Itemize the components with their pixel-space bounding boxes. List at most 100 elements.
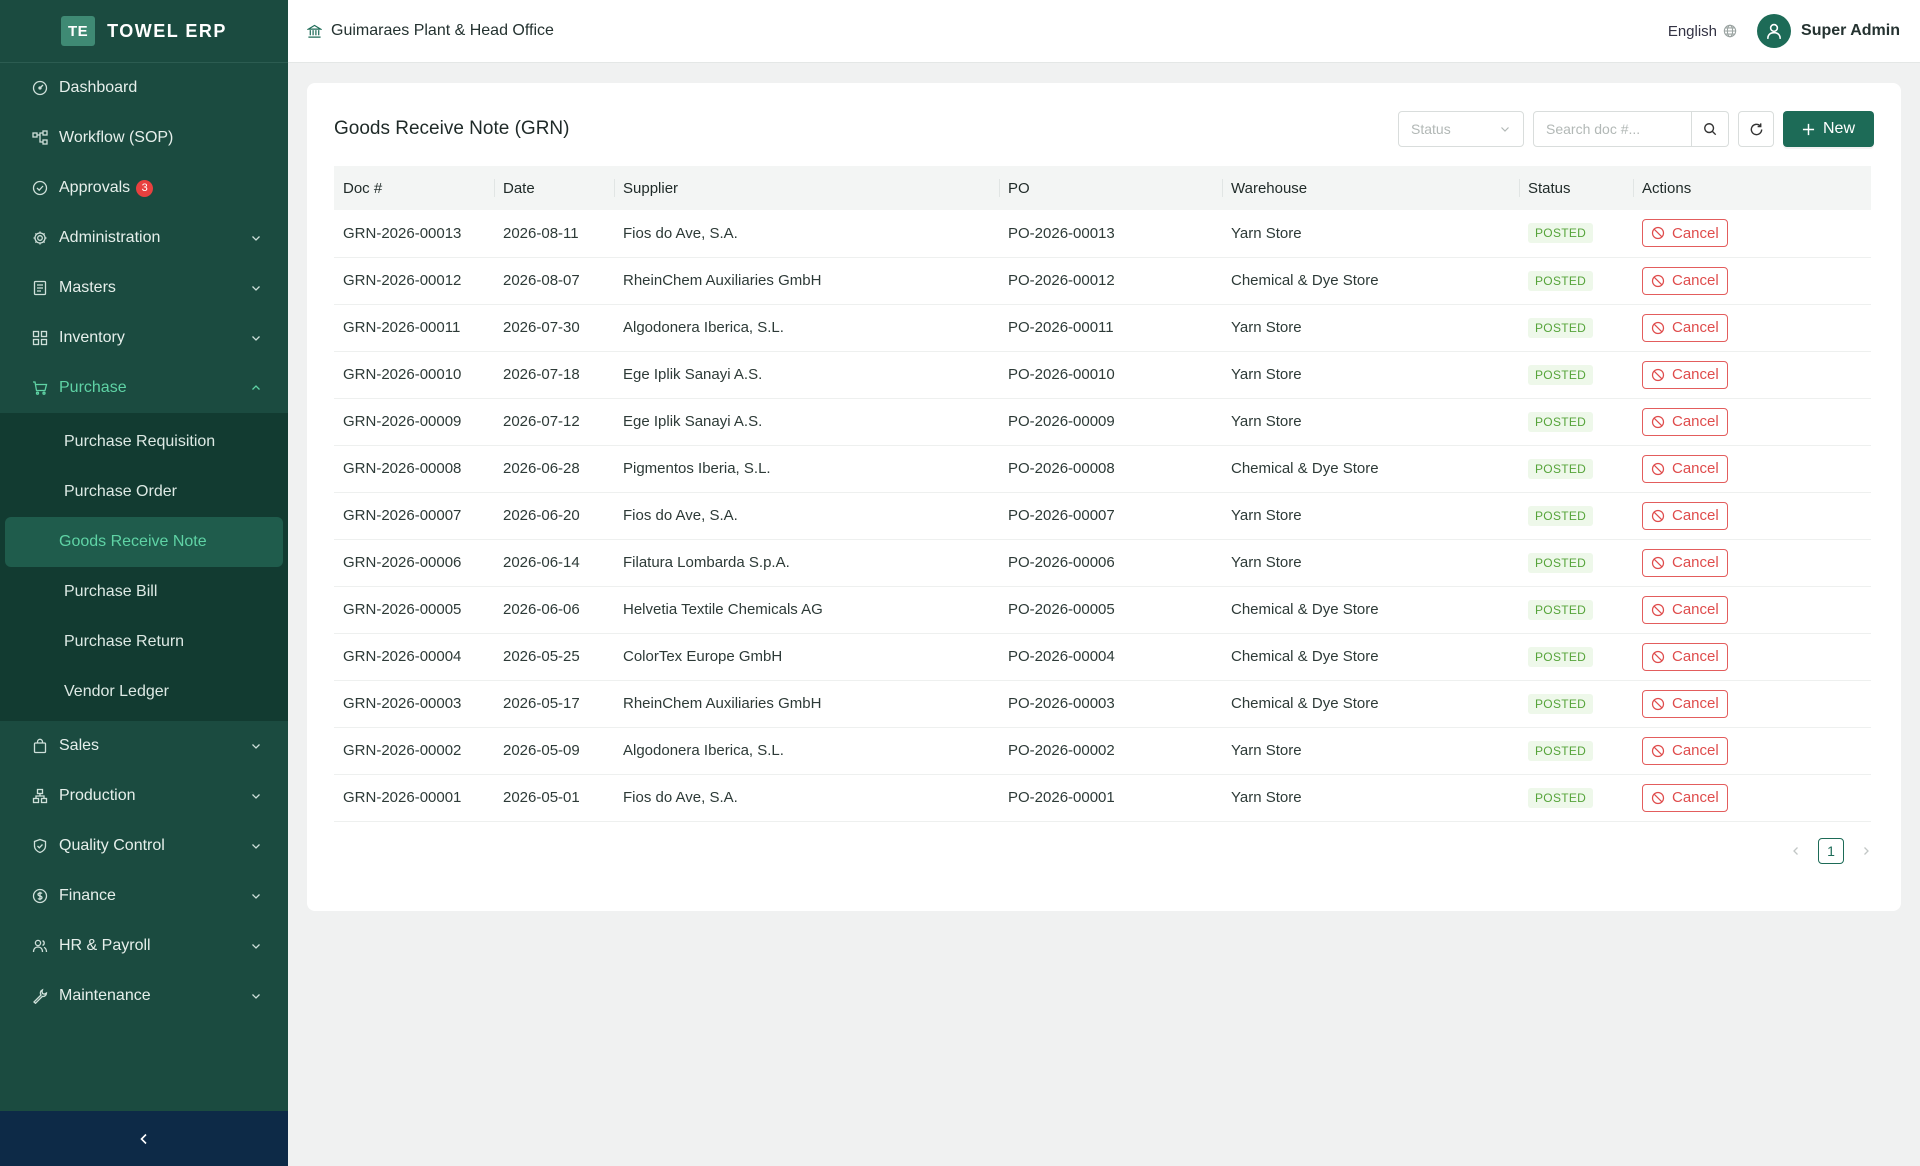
chevron-down-icon xyxy=(252,894,260,899)
cancel-button[interactable]: Cancel xyxy=(1642,595,1728,624)
cell-supplier: Ege Iplik Sanayi A.S. xyxy=(623,413,763,430)
column-header-status[interactable]: Status xyxy=(1519,166,1633,210)
cell-status: POSTED xyxy=(1519,210,1633,257)
search-button[interactable] xyxy=(1692,111,1729,147)
table-row[interactable]: GRN-2026-00011 2026-07-30 Algodonera Iberi… xyxy=(334,304,1871,351)
gear-icon xyxy=(32,230,48,246)
cancel-button[interactable]: Cancel xyxy=(1642,454,1728,483)
table-row[interactable]: GRN-2026-00012 2026-08-07 RheinChem Auxili… xyxy=(334,257,1871,304)
cell-po: PO-2026-00009 xyxy=(1008,413,1115,430)
search-icon xyxy=(1704,123,1717,136)
cell-date: 2026-05-01 xyxy=(503,789,580,806)
status-badge: POSTED xyxy=(1528,505,1594,526)
cell-status: POSTED xyxy=(1519,398,1633,445)
sidebar-item-dashboard[interactable]: Dashboard xyxy=(0,63,288,113)
column-header-supplier[interactable]: Supplier xyxy=(614,166,999,210)
sidebar-subitem-purchase-requisition[interactable]: Purchase Requisition xyxy=(5,417,283,467)
new-button[interactable]: New xyxy=(1783,111,1874,147)
sidebar-item-finance[interactable]: Finance xyxy=(0,871,288,921)
sidebar-subitem-vendor-ledger[interactable]: Vendor Ledger xyxy=(5,667,283,717)
stop-icon xyxy=(1651,697,1665,710)
sidebar-item-quality-control[interactable]: Quality Control xyxy=(0,821,288,871)
user-name[interactable]: Super Admin xyxy=(1801,22,1900,40)
cell-warehouse: Chemical & Dye Store xyxy=(1231,460,1379,477)
sidebar-subitem-purchase-bill[interactable]: Purchase Bill xyxy=(5,567,283,617)
team-icon xyxy=(32,938,48,954)
stop-icon xyxy=(1651,556,1665,569)
table-row[interactable]: GRN-2026-00006 2026-06-14 Filatura Lombard… xyxy=(334,539,1871,586)
cancel-button[interactable]: Cancel xyxy=(1642,642,1728,671)
sidebar-item-administration[interactable]: Administration xyxy=(0,213,288,263)
cell-supplier: Fios do Ave, S.A. xyxy=(623,789,738,806)
cell-supplier: Ege Iplik Sanayi A.S. xyxy=(623,366,763,383)
cart-icon xyxy=(32,380,48,396)
pagination-prev-button[interactable] xyxy=(1788,843,1804,859)
sidebar-item-inventory[interactable]: Inventory xyxy=(0,313,288,363)
chevron-right-icon xyxy=(1864,847,1869,855)
brand[interactable]: TE TOWEL ERP xyxy=(0,0,288,63)
table-row[interactable]: GRN-2026-00009 2026-07-12 Ege Iplik Sanayi… xyxy=(334,398,1871,445)
sidebar-item-sales[interactable]: Sales xyxy=(0,721,288,771)
sidebar-item-label: Dashboard xyxy=(59,79,138,96)
cell-date: 2026-07-18 xyxy=(503,366,580,383)
sidebar-item-maintenance[interactable]: Maintenance xyxy=(0,971,288,1021)
column-header-po[interactable]: PO xyxy=(999,166,1222,210)
cell-warehouse: Yarn Store xyxy=(1231,366,1302,383)
shield-check-icon xyxy=(32,838,48,854)
cancel-button[interactable]: Cancel xyxy=(1642,360,1728,389)
cell-doc: GRN-2026-00005 xyxy=(343,601,462,618)
sidebar-item-workflow[interactable]: Workflow (SOP) xyxy=(0,113,288,163)
cell-actions: Cancel xyxy=(1633,586,1871,633)
table-row[interactable]: GRN-2026-00007 2026-06-20 Fios do Ave, S.A… xyxy=(334,492,1871,539)
sidebar-subitem-purchase-order[interactable]: Purchase Order xyxy=(5,467,283,517)
cell-doc: GRN-2026-00004 xyxy=(343,648,462,665)
language-selector[interactable]: English xyxy=(1668,23,1737,40)
cell-actions: Cancel xyxy=(1633,351,1871,398)
table-row[interactable]: GRN-2026-00003 2026-05-17 RheinChem Auxili… xyxy=(334,680,1871,727)
table-row[interactable]: GRN-2026-00010 2026-07-18 Ege Iplik Sanayi… xyxy=(334,351,1871,398)
sidebar-collapse-button[interactable] xyxy=(0,1111,288,1166)
cell-po: PO-2026-00013 xyxy=(1008,224,1115,242)
sidebar-item-masters[interactable]: Masters xyxy=(0,263,288,313)
sidebar-item-label: Workflow (SOP) xyxy=(59,129,174,146)
new-button-label: New xyxy=(1822,120,1855,137)
pagination-page-current[interactable]: 1 xyxy=(1818,838,1844,864)
table-row[interactable]: GRN-2026-00001 2026-05-01 Fios do Ave, S.A… xyxy=(334,774,1871,821)
table-row[interactable]: GRN-2026-00013 2026-08-11 Fios do Ave, S.A… xyxy=(334,210,1871,257)
cancel-button[interactable]: Cancel xyxy=(1642,266,1728,295)
pagination-next-button[interactable] xyxy=(1858,843,1874,859)
sidebar-item-production[interactable]: Production xyxy=(0,771,288,821)
cell-status: POSTED xyxy=(1519,539,1633,586)
sidebar-item-label: Maintenance xyxy=(59,987,151,1004)
cancel-button[interactable]: Cancel xyxy=(1642,783,1728,812)
table-row[interactable]: GRN-2026-00005 2026-06-06 Helvetia Textile… xyxy=(334,586,1871,633)
status-filter-select[interactable]: Status xyxy=(1398,111,1524,147)
cancel-button[interactable]: Cancel xyxy=(1642,407,1728,436)
cancel-button[interactable]: Cancel xyxy=(1642,313,1728,342)
column-header-warehouse[interactable]: Warehouse xyxy=(1222,166,1519,210)
sidebar-item-purchase[interactable]: Purchase xyxy=(0,363,288,413)
sidebar-item-hr-payroll[interactable]: HR & Payroll xyxy=(0,921,288,971)
column-header-doc[interactable]: Doc # xyxy=(334,166,494,210)
cancel-button[interactable]: Cancel xyxy=(1642,501,1728,530)
cancel-button[interactable]: Cancel xyxy=(1642,219,1728,248)
table-row[interactable]: GRN-2026-00004 2026-05-25 ColorTex Europe … xyxy=(334,633,1871,680)
sidebar-subitem-purchase-return[interactable]: Purchase Return xyxy=(5,617,283,667)
organization-selector[interactable]: Guimaraes Plant & Head Office xyxy=(307,22,554,40)
table-row[interactable]: GRN-2026-00008 2026-06-28 Pigmentos Iberia… xyxy=(334,445,1871,492)
cancel-button[interactable]: Cancel xyxy=(1642,548,1728,577)
refresh-button[interactable] xyxy=(1738,111,1774,147)
sidebar-item-approvals[interactable]: Approvals 3 xyxy=(0,163,288,213)
sidebar-subitem-goods-receive-note[interactable]: Goods Receive Note xyxy=(5,517,283,567)
cancel-button[interactable]: Cancel xyxy=(1642,689,1728,718)
cell-status: POSTED xyxy=(1519,680,1633,727)
cancel-button[interactable]: Cancel xyxy=(1642,736,1728,765)
table-row[interactable]: GRN-2026-00002 2026-05-09 Algodonera Iberi… xyxy=(334,727,1871,774)
cell-date: 2026-06-14 xyxy=(503,554,580,571)
column-header-date[interactable]: Date xyxy=(494,166,614,210)
chevron-down-icon xyxy=(252,944,260,949)
cell-actions: Cancel xyxy=(1633,304,1871,351)
search-input[interactable] xyxy=(1533,111,1692,147)
avatar[interactable] xyxy=(1757,14,1792,48)
cell-po: PO-2026-00007 xyxy=(1008,507,1115,524)
